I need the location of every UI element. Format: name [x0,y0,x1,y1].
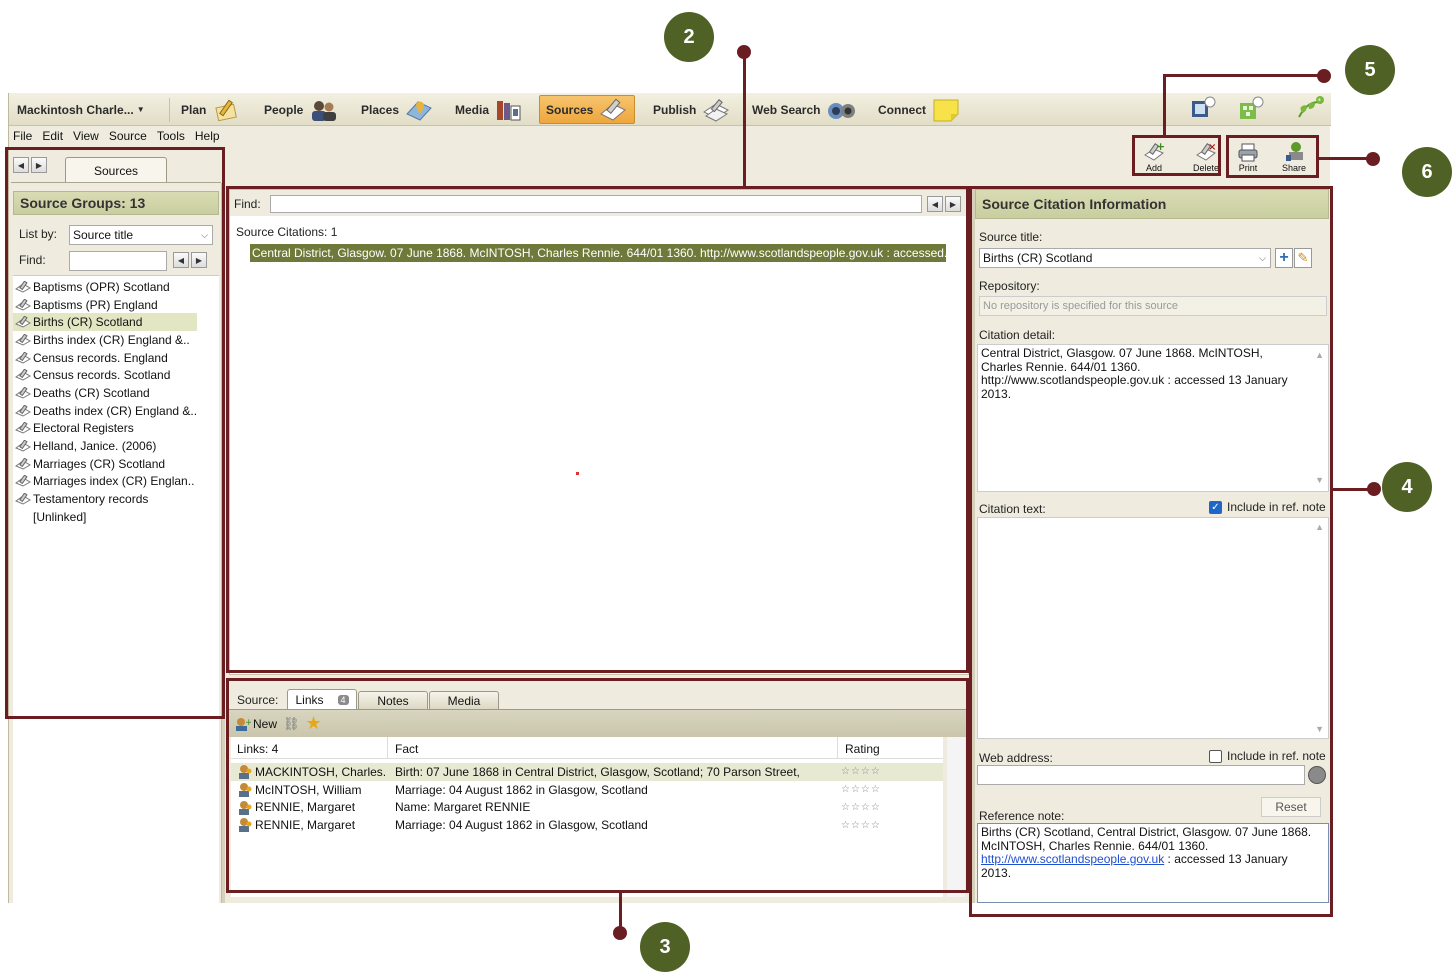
menu-help[interactable]: Help [195,129,220,147]
file-name-label: Mackintosh Charle... [17,102,134,117]
tab-plan-label: Plan [181,102,207,117]
menu-source[interactable]: Source [109,129,147,147]
tree-view-icon[interactable] [1189,95,1217,123]
pencil-paper-icon [211,98,241,122]
tab-media[interactable]: Media [455,93,524,126]
menu-bar: File Edit View Source Tools Help [9,129,226,147]
hints-leaf-icon[interactable]: * [1295,95,1325,123]
callout-box-6 [1226,135,1319,178]
tab-people-label: People [264,102,304,117]
tab-people[interactable]: People [264,93,338,126]
tab-media-label: Media [455,102,490,117]
menu-tools[interactable]: Tools [157,129,185,147]
sticky-note-icon [931,98,961,122]
workspace-toolbar: Mackintosh Charle... ▼ Plan People Place… [9,93,1331,126]
map-pin-icon [404,98,434,122]
binoculars-icon [825,98,856,122]
tab-web-search-label: Web Search [752,102,821,117]
tab-places-label: Places [361,102,400,117]
media-books-icon [494,98,524,122]
callout-number: 4 [1401,475,1413,498]
tab-sources-label: Sources [546,102,594,117]
tab-places[interactable]: Places [361,93,434,126]
callout-badge-5: 5 [1345,45,1395,95]
callout-number: 2 [683,25,695,48]
tab-publish[interactable]: Publish [653,93,731,126]
menu-edit[interactable]: Edit [42,129,63,147]
tab-plan[interactable]: Plan [181,93,241,126]
callout-badge-2: 2 [664,12,714,62]
svg-text:*: * [1318,97,1322,105]
people-icon [308,98,338,122]
callout-box-2 [226,186,969,673]
menu-file[interactable]: File [13,129,32,147]
callout-badge-6: 6 [1402,147,1452,197]
tab-publish-label: Publish [653,102,697,117]
callout-box-4 [969,186,1333,917]
tab-sources[interactable]: Sources [539,95,636,124]
tab-connect-label: Connect [878,102,926,117]
callout-box-5 [1132,135,1221,176]
callout-box-3 [226,678,969,893]
callout-number: 3 [659,935,671,958]
callout-box-left [5,147,225,719]
menu-view[interactable]: View [73,129,99,147]
tab-web-search[interactable]: Web Search [752,93,856,126]
callout-number: 6 [1421,160,1433,183]
callout-number: 5 [1364,58,1376,81]
file-dropdown[interactable]: Mackintosh Charle... ▼ [17,93,145,126]
chevron-down-icon: ▼ [136,105,145,114]
tab-connect[interactable]: Connect [878,93,961,126]
callout-badge-4: 4 [1382,462,1432,512]
source-book-icon [598,98,628,122]
publish-papers-icon [701,98,731,122]
sync-icon[interactable] [1237,95,1265,123]
